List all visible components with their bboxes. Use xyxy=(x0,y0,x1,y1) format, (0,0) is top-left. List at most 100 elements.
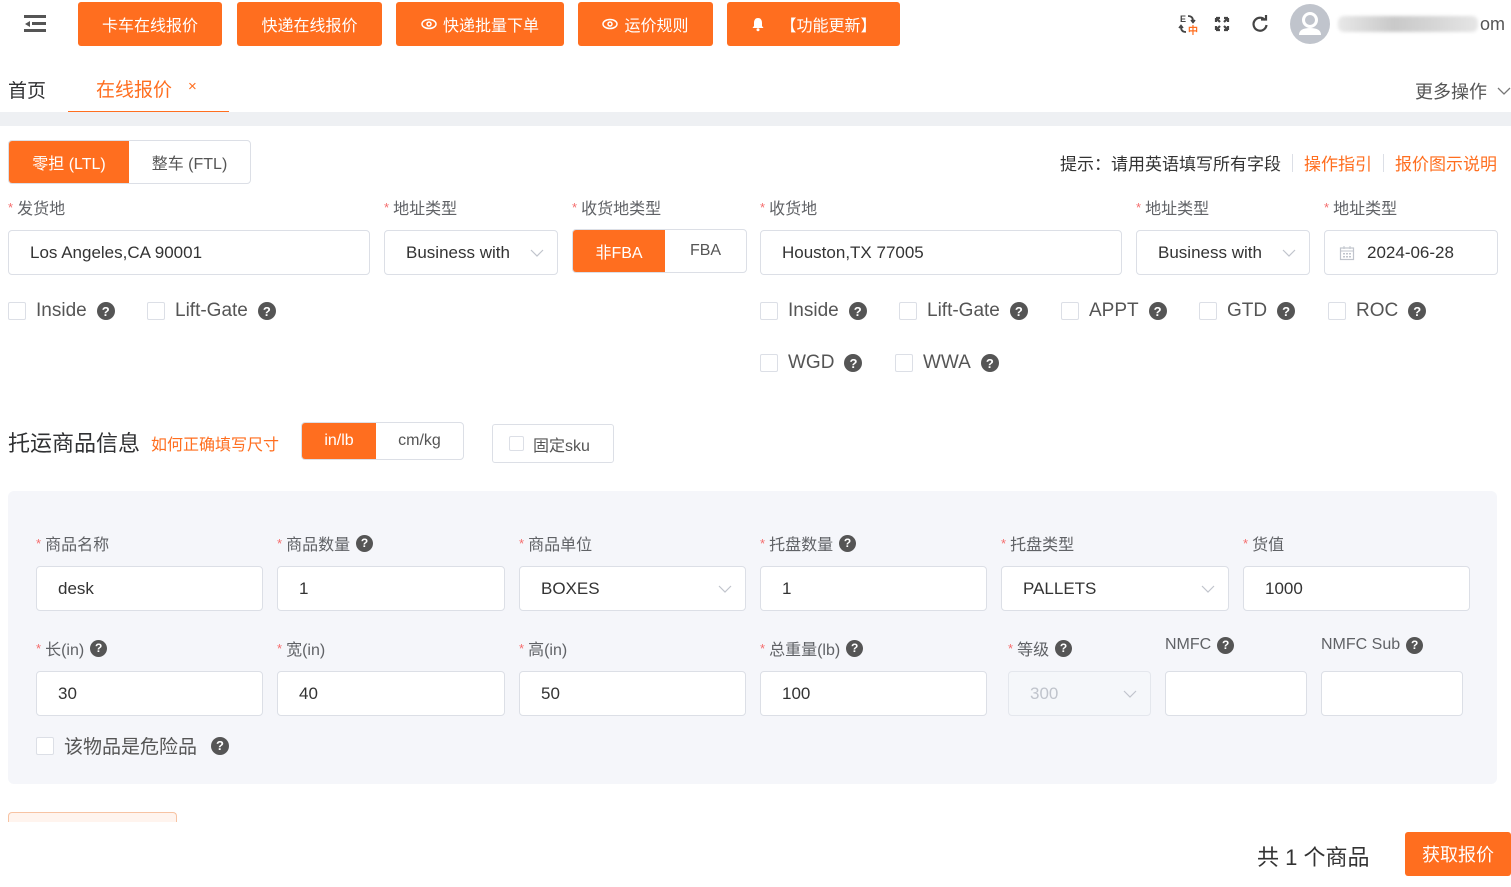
menu-fold-icon[interactable] xyxy=(24,14,48,34)
express-batch-order-button[interactable]: 快递批量下单 xyxy=(396,2,564,46)
operation-guide-link[interactable]: 操作指引 xyxy=(1304,150,1372,175)
goods-unit-value: BOXES xyxy=(541,578,600,598)
origin-address-type-value: Business with xyxy=(406,242,510,262)
more-operations-dropdown[interactable]: 更多操作 xyxy=(1415,78,1511,104)
get-quote-button[interactable]: 获取报价 xyxy=(1405,832,1511,876)
username-suffix: om xyxy=(1480,13,1506,34)
destination-input[interactable]: Houston,TX 77005 xyxy=(760,230,1122,275)
help-icon[interactable]: ? xyxy=(1217,636,1235,654)
unit-cm-kg-option[interactable]: cm/kg xyxy=(376,423,463,459)
destination-address-type-select[interactable]: Business with xyxy=(1136,230,1310,275)
goods-quantity-label: * 商品数量? xyxy=(277,531,374,555)
pickup-date-picker[interactable]: 2024-06-28 xyxy=(1324,230,1498,275)
tab-online-quote[interactable]: 在线报价 × xyxy=(68,64,229,113)
chevron-down-icon xyxy=(530,249,544,257)
dest-liftgate-checkbox[interactable]: Lift-Gate? xyxy=(899,300,1028,322)
goods-total-count: 共 1 个商品 xyxy=(1257,845,1370,870)
freight-class-value: 300 xyxy=(1030,683,1059,703)
help-icon[interactable]: ? xyxy=(1009,302,1028,320)
help-icon[interactable]: ? xyxy=(356,534,374,552)
svg-text:E: E xyxy=(1180,14,1186,24)
help-icon[interactable]: ? xyxy=(96,302,115,320)
goods-name-label: * 商品名称 xyxy=(36,535,110,555)
total-weight-label: * 总重量(lb)? xyxy=(760,636,864,660)
height-input[interactable]: 50 xyxy=(519,671,746,716)
pallet-type-select[interactable]: PALLETS xyxy=(1001,566,1229,611)
freight-class-select[interactable]: 300 xyxy=(1008,671,1151,716)
freight-rules-button[interactable]: 运价规则 xyxy=(578,2,713,46)
help-icon[interactable]: ? xyxy=(848,302,867,320)
dest-inside-checkbox[interactable]: Inside? xyxy=(760,300,867,322)
origin-input[interactable]: Los Angeles,CA 90001 xyxy=(8,230,370,275)
origin-liftgate-checkbox[interactable]: Lift-Gate? xyxy=(147,300,276,322)
dest-wgd-checkbox[interactable]: WGD? xyxy=(760,352,863,374)
dest-appt-checkbox[interactable]: APPT? xyxy=(1061,300,1167,322)
dimension-help-link[interactable]: 如何正确填写尺寸 xyxy=(151,431,279,455)
freight-class-label: * 等级? xyxy=(1008,636,1073,660)
goods-quantity-input[interactable]: 1 xyxy=(277,566,505,611)
calendar-icon xyxy=(1339,245,1355,260)
quote-illustration-link[interactable]: 报价图示说明 xyxy=(1395,150,1497,175)
help-icon[interactable]: ? xyxy=(211,736,230,755)
destination-address-type-value: Business with xyxy=(1158,242,1262,262)
mode-ftl-option[interactable]: 整车 (FTL) xyxy=(129,141,250,183)
destination-address-type-label: * 地址类型 xyxy=(1136,199,1210,219)
goods-unit-select[interactable]: BOXES xyxy=(519,566,746,611)
unit-switch: in/lb cm/kg xyxy=(301,422,464,460)
help-icon[interactable]: ? xyxy=(1406,636,1424,654)
fullscreen-icon[interactable] xyxy=(1210,12,1234,36)
feature-update-button[interactable]: 【功能更新】 xyxy=(727,2,900,46)
dest-roc-checkbox[interactable]: ROC? xyxy=(1328,300,1427,322)
user-menu[interactable]: om xyxy=(1338,12,1511,36)
freight-rules-label: 运价规则 xyxy=(624,18,689,35)
close-icon[interactable]: × xyxy=(188,78,197,95)
origin-address-type-select[interactable]: Business with xyxy=(384,230,558,275)
fixed-sku-checkbox[interactable]: 固定sku xyxy=(492,424,614,463)
dest-wwa-checkbox[interactable]: WWA? xyxy=(895,352,999,374)
help-icon[interactable]: ? xyxy=(846,639,864,657)
nmfc-sub-input[interactable] xyxy=(1321,671,1463,716)
origin-address-type-label: * 地址类型 xyxy=(384,199,458,219)
tab-home[interactable]: 首页 xyxy=(8,76,46,103)
chevron-down-icon xyxy=(1497,87,1511,95)
height-label: * 高(in) xyxy=(519,640,568,660)
non-fba-option[interactable]: 非FBA xyxy=(573,230,665,272)
help-icon[interactable]: ? xyxy=(1055,639,1073,657)
dest-gtd-checkbox[interactable]: GTD? xyxy=(1199,300,1296,322)
refresh-icon[interactable] xyxy=(1248,12,1272,36)
help-icon[interactable]: ? xyxy=(1277,302,1296,320)
hazmat-checkbox[interactable]: 该物品是危险品? xyxy=(36,732,230,759)
express-quote-button[interactable]: 快递在线报价 xyxy=(237,2,382,46)
translate-icon[interactable]: E 中 xyxy=(1177,12,1201,36)
origin-inside-checkbox[interactable]: Inside? xyxy=(8,300,115,322)
help-icon[interactable]: ? xyxy=(257,302,276,320)
help-icon[interactable]: ? xyxy=(1408,302,1427,320)
fba-option[interactable]: FBA xyxy=(665,230,746,272)
help-icon[interactable]: ? xyxy=(90,639,108,657)
length-input[interactable]: 30 xyxy=(36,671,263,716)
width-input[interactable]: 40 xyxy=(277,671,505,716)
user-avatar-icon[interactable] xyxy=(1290,4,1330,44)
svg-text:中: 中 xyxy=(1188,24,1198,36)
help-icon[interactable]: ? xyxy=(980,354,999,372)
page-tabs: 首页 在线报价 × 更多操作 xyxy=(0,64,1511,113)
chevron-down-icon xyxy=(1282,249,1296,257)
help-icon[interactable]: ? xyxy=(844,354,863,372)
goods-value-input[interactable]: 1000 xyxy=(1243,566,1470,611)
help-icon[interactable]: ? xyxy=(839,534,857,552)
shipment-mode-switch: 零担 (LTL) 整车 (FTL) xyxy=(8,140,251,184)
pickup-date-label: * 地址类型 xyxy=(1324,199,1398,219)
total-weight-input[interactable]: 100 xyxy=(760,671,987,716)
goods-name-input[interactable]: desk xyxy=(36,566,263,611)
express-batch-order-label: 快递批量下单 xyxy=(442,18,539,35)
nmfc-input[interactable] xyxy=(1165,671,1307,716)
pallet-quantity-input[interactable]: 1 xyxy=(760,566,987,611)
add-goods-button[interactable] xyxy=(8,812,177,822)
unit-in-lb-option[interactable]: in/lb xyxy=(302,423,376,459)
truck-quote-button[interactable]: 卡车在线报价 xyxy=(78,2,222,46)
mode-ltl-option[interactable]: 零担 (LTL) xyxy=(9,141,129,183)
pallet-type-label: * 托盘类型 xyxy=(1001,535,1075,555)
pallet-type-value: PALLETS xyxy=(1023,578,1097,598)
help-icon[interactable]: ? xyxy=(1148,302,1167,320)
nmfc-label: NMFC? xyxy=(1165,636,1235,654)
